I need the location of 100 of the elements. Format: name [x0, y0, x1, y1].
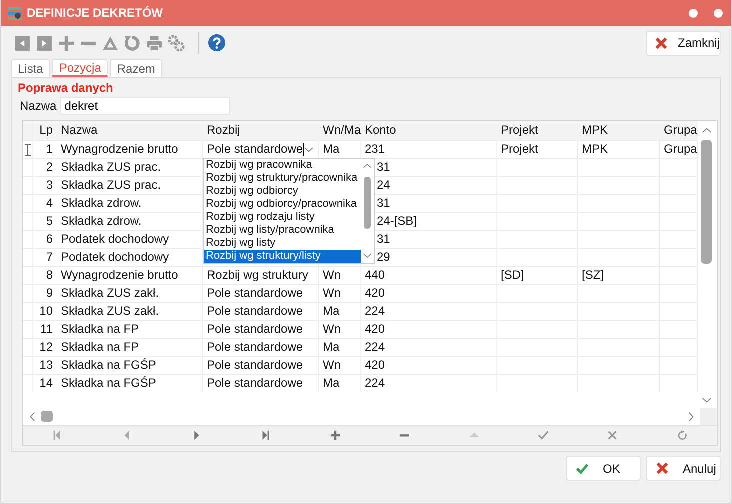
table-cell: Wn: [319, 357, 361, 374]
refresh-icon[interactable]: [676, 430, 688, 441]
table-cell: Ma: [319, 339, 361, 356]
close-icon: [655, 36, 668, 50]
column-header[interactable]: Grupa: [660, 121, 698, 140]
table-cell: Składka na FGŚP: [57, 375, 203, 392]
table-cell: Wn: [319, 267, 361, 284]
table-cell: [SZ]: [578, 267, 660, 284]
table-cell: Wynagrodzenie brutto: [57, 141, 203, 158]
last-icon[interactable]: [260, 430, 272, 441]
field-label: Nazwa: [20, 99, 57, 113]
chevron-down-icon[interactable]: [363, 253, 372, 259]
table-cell-text: 14: [38, 375, 54, 392]
table-cell-text: 1: [45, 141, 54, 158]
close-icon: [656, 462, 669, 475]
table-cell: Ma: [319, 303, 361, 320]
table-cell: Wn: [319, 321, 361, 338]
table-cell: Pole standardowe: [203, 375, 319, 392]
ok-button[interactable]: OK: [566, 456, 641, 481]
dropdown-option[interactable]: Rozbij wg pracownika: [204, 159, 361, 172]
table-cell: Pole standardowe: [203, 285, 319, 302]
dropdown-option[interactable]: Rozbij wg struktury/listy: [204, 250, 361, 263]
help-icon[interactable]: [208, 34, 226, 52]
table-cell: Rozbij wg struktury: [203, 267, 319, 284]
dropdown-option[interactable]: Rozbij wg rodzaju listy: [204, 211, 361, 224]
check-icon: [576, 462, 589, 475]
name-field[interactable]: dekret: [60, 97, 230, 115]
cancel-button[interactable]: Anuluj: [646, 456, 721, 481]
check-icon[interactable]: [538, 430, 549, 441]
dropdown-option[interactable]: Rozbij wg odbiorcy/pracownika: [204, 198, 361, 211]
table-cell-text: 4: [45, 195, 54, 212]
chevron-up-icon[interactable]: [363, 163, 372, 169]
cross-icon[interactable]: [607, 430, 618, 441]
table-cell: 420: [361, 321, 497, 338]
previous-icon[interactable]: [14, 34, 31, 52]
tab[interactable]: Lista: [11, 59, 50, 77]
table-cell-text: 9: [45, 285, 54, 302]
column-header[interactable]: MPK: [578, 121, 660, 140]
edit-cursor-icon: [24, 144, 30, 156]
table-cell-text: 11: [40, 321, 54, 338]
chevron-left-icon[interactable]: [29, 412, 36, 422]
table-cell-text: 3: [45, 177, 54, 194]
column-header[interactable]: Wn/Ma: [319, 121, 361, 140]
dropdown-option[interactable]: Rozbij wg listy: [204, 237, 361, 250]
refresh-icon[interactable]: [124, 34, 141, 52]
table-cell-text: 8: [45, 267, 54, 284]
add-icon[interactable]: [58, 34, 75, 52]
tab[interactable]: Razem: [110, 59, 162, 77]
column-header[interactable]: Rozbij: [203, 121, 319, 140]
table-cell: Składka na FP: [57, 339, 203, 356]
column-header[interactable]: Konto: [361, 121, 497, 140]
table-cell-text: 12: [38, 339, 54, 356]
table-cell: Pole standardowe: [203, 303, 319, 320]
table-cell: Projekt: [497, 141, 578, 158]
settings-icon[interactable]: [168, 34, 185, 52]
scrollbar-thumb[interactable]: [364, 177, 371, 229]
app-icon: [7, 5, 23, 21]
dropdown-option[interactable]: Rozbij wg listy/pracownika: [204, 224, 361, 237]
column-header[interactable]: Lp: [33, 121, 57, 140]
chevron-down-icon[interactable]: [304, 146, 314, 154]
table-cell: Ma: [319, 375, 361, 392]
table-cell: Składka na FP: [57, 321, 203, 338]
window-title: DEFINICJE DEKRETÓW: [27, 6, 164, 20]
chevron-up-icon[interactable]: [702, 127, 712, 134]
first-icon[interactable]: [52, 430, 64, 441]
window-dot-icon[interactable]: [714, 8, 723, 18]
table-cell: 224: [361, 375, 497, 392]
next-icon[interactable]: [36, 34, 53, 52]
table-cell: Pole standardowe: [203, 321, 319, 338]
table-cell-text: 7: [45, 249, 54, 266]
print-icon[interactable]: [146, 34, 163, 52]
table-cell: 224: [361, 303, 497, 320]
table-cell-text: 10: [38, 303, 54, 320]
column-header[interactable]: Projekt: [497, 121, 578, 140]
scrollbar-thumb[interactable]: [701, 140, 712, 264]
dropdown-option[interactable]: Rozbij wg struktury/pracownika: [204, 172, 361, 185]
table-cell-text: 2: [45, 159, 54, 176]
table-cell: Składka ZUS zakł.: [57, 303, 203, 320]
window-dot-icon[interactable]: [689, 8, 698, 18]
add-icon[interactable]: [330, 430, 341, 441]
column-header[interactable]: Nazwa: [57, 121, 203, 140]
table-cell: Pole standardowe: [203, 339, 319, 356]
dropdown-option[interactable]: Rozbij wg odbiorcy: [204, 185, 361, 198]
close-button[interactable]: Zamknij: [646, 30, 721, 56]
section-title: Poprawa danych: [18, 82, 114, 95]
chevron-right-icon[interactable]: [688, 412, 695, 422]
table-cell: 224: [361, 339, 497, 356]
table-cell: 420: [361, 285, 497, 302]
table-cell: Wn: [319, 285, 361, 302]
table-cell: 440: [361, 267, 497, 284]
scrollbar-thumb[interactable]: [41, 411, 53, 422]
tab[interactable]: Pozycja: [52, 59, 108, 77]
table-cell-text: 13: [38, 357, 54, 374]
table-cell: Składka ZUS zakł.: [57, 285, 203, 302]
table-cell: Wynagrodzenie brutto: [57, 267, 203, 284]
table-cell-text: 6: [45, 231, 54, 248]
table-cell: Pole standardowe: [203, 357, 319, 374]
triangle-icon[interactable]: [102, 34, 119, 52]
chevron-down-icon[interactable]: [702, 397, 712, 404]
table-cell: Grupa: [660, 141, 698, 158]
